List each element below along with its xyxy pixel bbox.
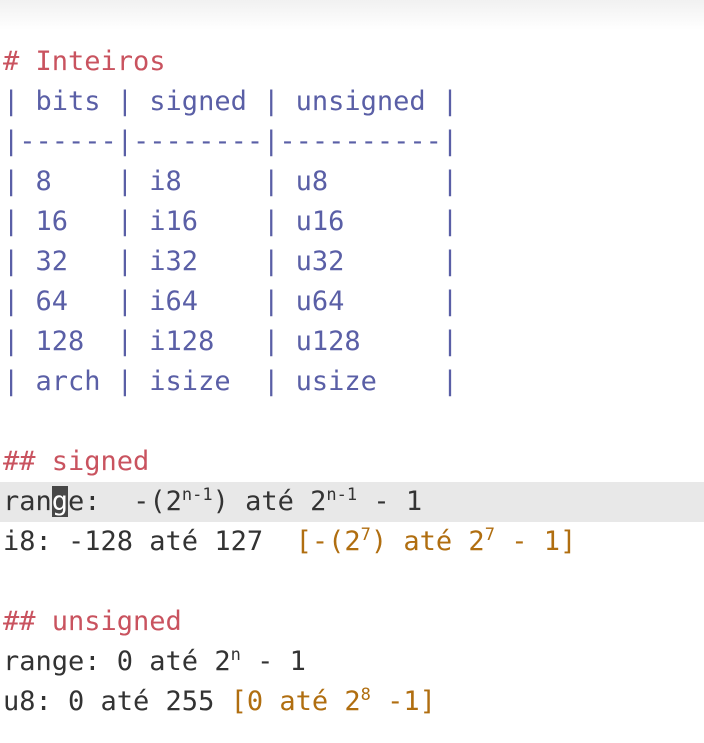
range-text: range: 0 até 2 [3,646,231,677]
table-row-text: | 16 | i16 | u16 | [3,206,459,237]
example-text: i8: -128 até 127 [3,526,296,557]
exponent: n-1 [326,485,358,505]
example-text: u8: 0 até 255 [3,686,231,717]
table-row: | 8 | i8 | u8 | [3,162,704,202]
annotation-text: [-(2 [295,526,361,557]
table-row-text: | 8 | i8 | u8 | [3,166,459,197]
table-row: | 16 | i16 | u16 | [3,202,704,242]
table-row: | 32 | i32 | u32 | [3,242,704,282]
text-cursor: g [51,486,69,517]
window-top-edge [0,0,704,30]
exponent: n [230,645,241,665]
table-row-text: | 32 | i32 | u32 | [3,246,459,277]
signed-range-line-current[interactable]: range: -(2n-1) até 2n-1 - 1 [0,482,704,522]
table-row: | arch | isize | usize | [3,362,704,402]
annotation-text: - 1] [494,526,577,557]
unsigned-range-line: range: 0 até 2n - 1 [3,642,704,682]
range-text-start: ran [3,486,52,517]
table-separator-text: |------|--------|----------| [3,126,459,157]
table-row: | 128 | i128 | u128 | [3,322,704,362]
exponent: n-1 [181,485,213,505]
table-row-text: | 128 | i128 | u128 | [3,326,459,357]
annotation-text: [0 até 2 [230,686,361,717]
heading-text: # Inteiros [3,46,166,77]
table-row-text: | arch | isize | usize | [3,366,459,397]
heading-inteiros: # Inteiros [3,42,704,82]
range-text: e: -(2 [68,486,182,517]
table-row: | 64 | i64 | u64 | [3,282,704,322]
exponent: 7 [360,525,371,545]
annotation-text: ) até 2 [370,526,485,557]
annotation-text: -1] [370,686,436,717]
signed-example-line: i8: -128 até 127 [-(27) até 27 - 1] [3,522,704,562]
range-text: - 1 [357,486,423,517]
range-text: - 1 [240,646,306,677]
heading-text: ## unsigned [3,606,182,637]
table-header-text: | bits | signed | unsigned | [3,86,459,117]
heading-text: ## signed [3,446,150,477]
table-header-row: | bits | signed | unsigned | [3,82,704,122]
table-separator-row: |------|--------|----------| [3,122,704,162]
text-editor[interactable]: # Inteiros | bits | signed | unsigned | … [0,42,704,722]
exponent: 7 [484,525,495,545]
exponent: 8 [360,685,371,705]
range-text: ) até 2 [212,486,327,517]
unsigned-example-line: u8: 0 até 255 [0 até 28 -1] [3,682,704,722]
table-row-text: | 64 | i64 | u64 | [3,286,459,317]
heading-unsigned: ## unsigned [3,602,704,642]
heading-signed: ## signed [3,442,704,482]
